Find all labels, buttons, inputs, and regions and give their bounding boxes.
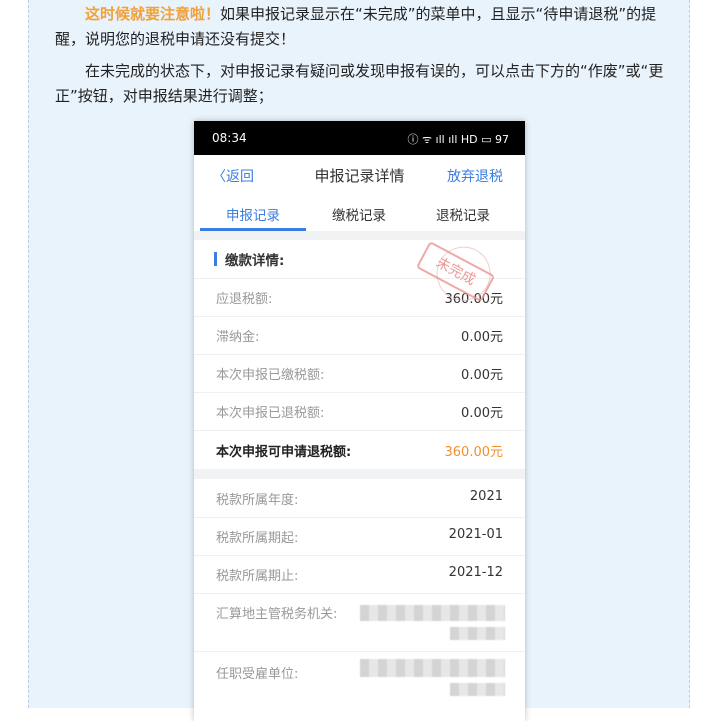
status-icons: ⓘ ᯤ ıll ıll HD ▭ 97 xyxy=(407,133,510,146)
agency-row: 汇算地主管税务机关: xyxy=(194,593,525,652)
employer-row: 任职受雇单位: xyxy=(194,651,525,721)
paragraph-reminder: 这时候就要注意啦！如果申报记录显示在“未完成”的菜单中，且显示“待申请退税”的提… xyxy=(55,2,685,52)
row-value: 0.00元 xyxy=(461,330,503,345)
row-value: 2021-01 xyxy=(448,527,503,542)
section-title: 缴款详情: xyxy=(225,253,285,269)
section-divider xyxy=(194,469,525,479)
highlight-text: 这时候就要注意啦！ xyxy=(85,5,221,23)
tab-refund-record[interactable]: 退税记录 xyxy=(408,204,518,224)
redacted-value xyxy=(360,605,505,621)
detail-row: 本次申报已缴税额: 0.00元 xyxy=(194,354,525,393)
row-label: 本次申报已退税额: xyxy=(216,406,325,421)
tab-bar: 申报记录 缴税记录 退税记录 xyxy=(194,195,525,232)
status-bar: 08:34 ⓘ ᯤ ıll ıll HD ▭ 97 xyxy=(194,121,525,155)
row-value: 2021-12 xyxy=(448,565,503,580)
row-label: 滞纳金: xyxy=(216,330,260,345)
status-time: 08:34 xyxy=(212,131,247,145)
row-label: 汇算地主管税务机关: xyxy=(216,607,338,622)
tab-declaration-record[interactable]: 申报记录 xyxy=(198,204,308,224)
detail-row: 本次申报已退税额: 0.00元 xyxy=(194,392,525,431)
paragraph-instructions: 在未完成的状态下，对申报记录有疑问或发现申报有误的，可以点击下方的“作废”或“更… xyxy=(55,62,664,105)
section-marker xyxy=(214,252,217,266)
phone-screenshot: 08:34 ⓘ ᯤ ıll ıll HD ▭ 97 〈返回 申报记录详情 放弃退… xyxy=(194,121,525,721)
row-label: 税款所属期止: xyxy=(216,569,299,584)
row-label: 税款所属年度: xyxy=(216,493,299,508)
section-divider xyxy=(194,231,525,240)
info-row: 税款所属期止: 2021-12 xyxy=(194,555,525,594)
row-label: 任职受雇单位: xyxy=(216,667,299,682)
row-label: 应退税额: xyxy=(216,292,273,307)
redacted-value xyxy=(450,627,505,640)
redacted-value xyxy=(450,683,505,696)
row-value: 0.00元 xyxy=(461,406,503,421)
total-value: 360.00元 xyxy=(444,445,504,460)
total-row: 本次申报可申请退税额: 360.00元 xyxy=(194,431,525,470)
detail-row: 滞纳金: 0.00元 xyxy=(194,316,525,355)
total-label: 本次申报可申请退税额: xyxy=(216,445,352,460)
info-row: 税款所属期起: 2021-01 xyxy=(194,517,525,556)
tab-payment-record[interactable]: 缴税记录 xyxy=(304,204,414,224)
row-value: 2021 xyxy=(469,489,503,504)
info-row: 税款所属年度: 2021 xyxy=(194,479,525,518)
nav-bar: 〈返回 申报记录详情 放弃退税 xyxy=(194,155,525,195)
row-label: 本次申报已缴税额: xyxy=(216,368,325,383)
row-label: 税款所属期起: xyxy=(216,531,299,546)
give-up-refund-button[interactable]: 放弃退税 xyxy=(447,166,503,186)
redacted-value xyxy=(360,659,505,677)
row-value: 0.00元 xyxy=(461,368,503,383)
